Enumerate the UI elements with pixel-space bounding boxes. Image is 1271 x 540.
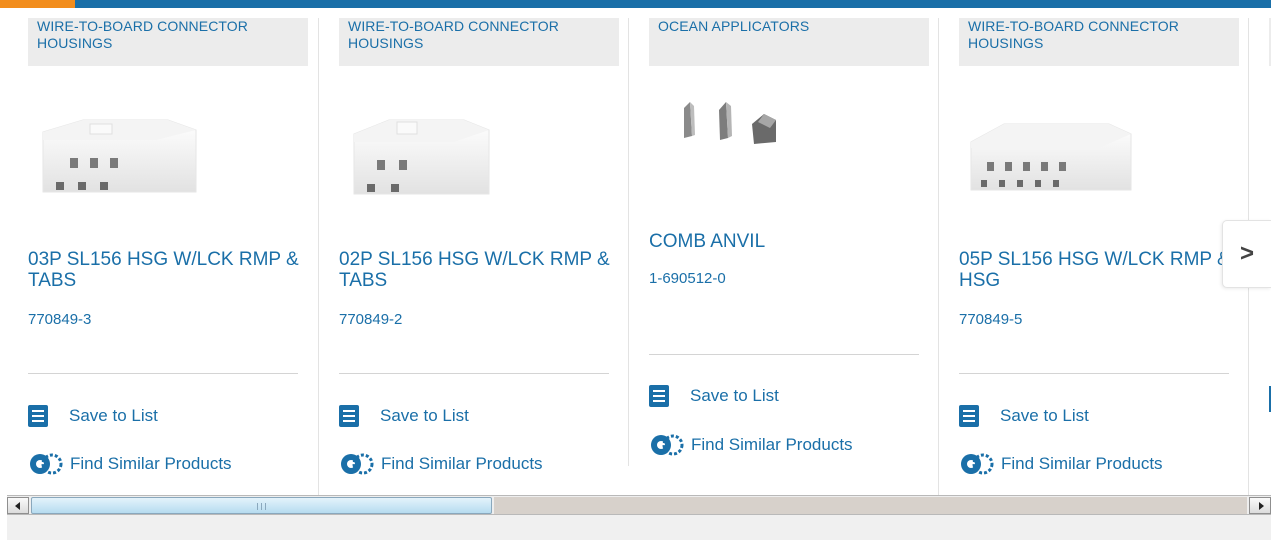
find-similar-button[interactable]: Find Similar Products: [28, 450, 232, 478]
product-category[interactable]: WIRE-TO-BOARD CONNECTOR HOUSINGS: [959, 18, 1239, 66]
left-gutter: [0, 495, 7, 540]
save-to-list-label: Save to List: [1000, 406, 1089, 425]
product-title[interactable]: 02P SL156 HSG W/LCK RMP & TABS: [339, 249, 619, 291]
product-card: WIRE-TO-BOARD CONNECTOR HOUSINGS 03P SL1…: [28, 18, 308, 485]
product-title[interactable]: 03P SL156 HSG W/LCK RMP & TABS: [28, 249, 308, 291]
part-number[interactable]: 1-690512-0: [649, 270, 726, 287]
part-number[interactable]: 770849-3: [28, 311, 91, 328]
horizontal-scrollbar[interactable]: [7, 495, 1271, 515]
footer-area: [7, 515, 1271, 540]
product-image[interactable]: [674, 88, 814, 168]
orange-accent: [0, 0, 75, 8]
checklist-icon: [339, 405, 359, 427]
find-similar-label: Find Similar Products: [691, 435, 853, 454]
arrow-right-icon: [1259, 502, 1264, 510]
scrollbar-track[interactable]: [494, 497, 1247, 514]
checklist-icon: [959, 405, 979, 427]
part-number[interactable]: 770849-2: [339, 311, 402, 328]
similar-products-icon: [341, 453, 374, 475]
similar-products-icon: [651, 434, 684, 456]
product-card: WIRE-TO-BOARD CONNECTOR HOUSINGS 02P SL1…: [339, 18, 619, 485]
find-similar-button[interactable]: Find Similar Products: [649, 431, 853, 459]
grip-icon: [257, 503, 266, 510]
save-to-list-label: Save to List: [380, 406, 469, 425]
scrollbar-thumb[interactable]: [31, 497, 492, 514]
similar-products-icon: [961, 453, 994, 475]
carousel-next-button[interactable]: >: [1222, 220, 1271, 288]
arrow-left-icon: [15, 502, 20, 510]
top-accent-bar: [0, 0, 1271, 8]
page: WIRE-TO-BOARD CONNECTOR HOUSINGS 03P SL1…: [0, 0, 1271, 540]
card-separator: [628, 18, 629, 466]
product-card: WIRE-TO-BOARD CONNECTOR HOUSINGS 05P SL1…: [959, 18, 1239, 485]
chevron-right-icon: >: [1239, 240, 1254, 267]
card-divider: [339, 373, 609, 374]
save-to-list-button[interactable]: Save to List: [339, 405, 469, 427]
product-title[interactable]: 05P SL156 HSG W/LCK RMP & HSG: [959, 249, 1239, 291]
product-category[interactable]: OCEAN APPLICATORS: [649, 18, 929, 66]
save-to-list-label: Save to List: [69, 406, 158, 425]
find-similar-label: Find Similar Products: [70, 454, 232, 473]
card-separator: [318, 18, 319, 495]
card-divider: [959, 373, 1229, 374]
checklist-icon: [649, 385, 669, 407]
product-image[interactable]: [339, 102, 519, 212]
card-divider: [28, 373, 298, 374]
save-to-list-label: Save to List: [690, 386, 779, 405]
card-separator: [938, 18, 939, 495]
product-carousel: WIRE-TO-BOARD CONNECTOR HOUSINGS 03P SL1…: [0, 8, 1271, 495]
product-image[interactable]: [959, 102, 1139, 212]
save-to-list-button[interactable]: Save to List: [28, 405, 158, 427]
part-number[interactable]: 770849-5: [959, 311, 1022, 328]
find-similar-button[interactable]: Find Similar Products: [339, 450, 543, 478]
product-category[interactable]: WIRE-TO-BOARD CONNECTOR HOUSINGS: [28, 18, 308, 66]
save-to-list-button[interactable]: Save to List: [959, 405, 1089, 427]
product-category[interactable]: WIRE-TO-BOARD CONNECTOR HOUSINGS: [339, 18, 619, 66]
scroll-right-button[interactable]: [1249, 497, 1271, 514]
find-similar-label: Find Similar Products: [1001, 454, 1163, 473]
find-similar-label: Find Similar Products: [381, 454, 543, 473]
checklist-icon: [28, 405, 48, 427]
save-to-list-button[interactable]: Save to List: [649, 385, 779, 407]
scroll-left-button[interactable]: [7, 497, 29, 514]
product-image[interactable]: [28, 102, 208, 212]
find-similar-button[interactable]: Find Similar Products: [959, 450, 1163, 478]
product-title[interactable]: COMB ANVIL: [649, 231, 765, 252]
product-card: OCEAN APPLICATORS COMB ANVIL 1-690512-0 …: [649, 18, 929, 485]
card-divider: [649, 354, 919, 355]
similar-products-icon: [30, 453, 63, 475]
